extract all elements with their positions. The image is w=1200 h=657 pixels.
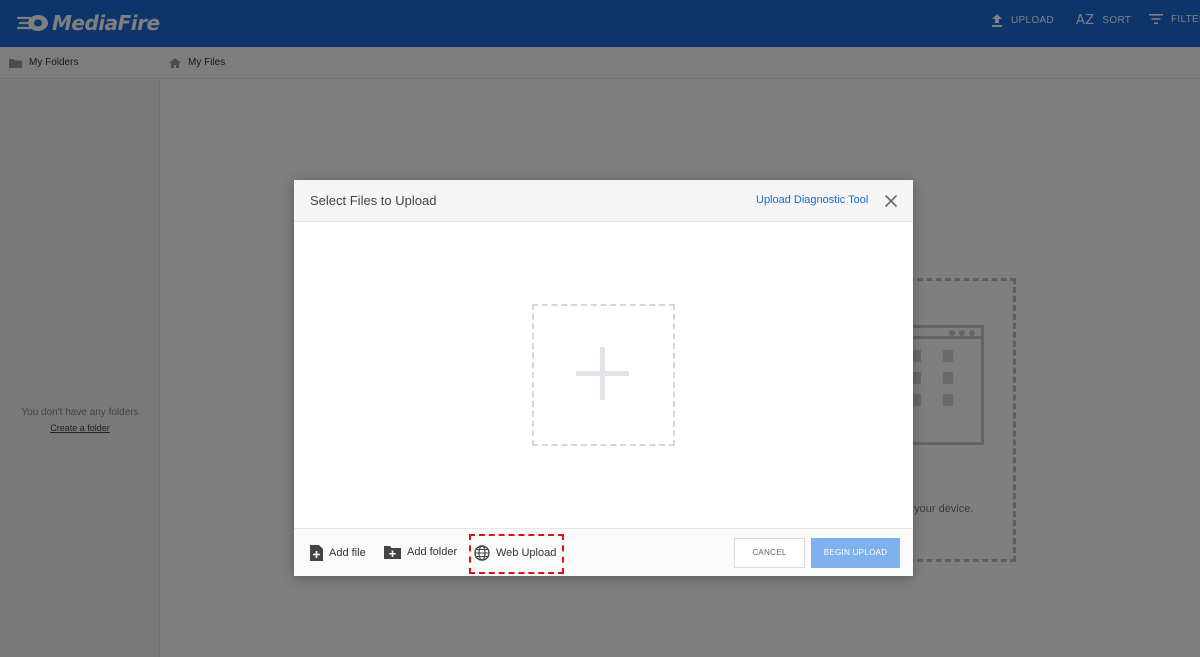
add-folder-icon: [384, 546, 401, 559]
dialog-body: [294, 223, 913, 528]
web-upload-button[interactable]: Web Upload: [474, 545, 556, 561]
globe-icon: [474, 545, 490, 561]
add-file-icon: [310, 545, 323, 561]
dialog-title: Select Files to Upload: [310, 193, 437, 208]
dialog-header: Select Files to Upload Upload Diagnostic…: [294, 180, 913, 222]
web-upload-label: Web Upload: [496, 547, 557, 559]
close-icon[interactable]: [883, 193, 899, 209]
add-folder-label: Add folder: [407, 546, 458, 558]
upload-dialog: Select Files to Upload Upload Diagnostic…: [294, 180, 913, 576]
diagnostic-tool-link[interactable]: Upload Diagnostic Tool: [756, 194, 868, 206]
add-file-button[interactable]: Add file: [310, 545, 366, 561]
begin-upload-button[interactable]: BEGIN UPLOAD: [811, 538, 900, 568]
cancel-button[interactable]: CANCEL: [734, 538, 805, 568]
dialog-footer: Add file Add folder Web Upload CANCEL BE…: [294, 528, 913, 576]
add-files-dropbox[interactable]: [532, 304, 675, 446]
plus-icon: [576, 347, 629, 400]
add-folder-button[interactable]: Add folder: [384, 545, 457, 559]
add-file-label: Add file: [329, 547, 366, 559]
